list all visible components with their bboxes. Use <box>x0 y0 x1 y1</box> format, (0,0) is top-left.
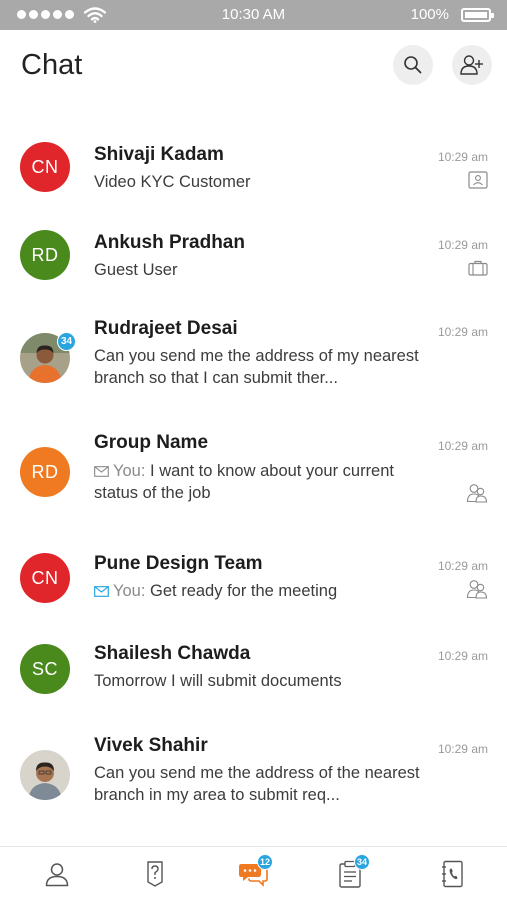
avatar: CN <box>20 553 70 603</box>
chat-item-shailesh-chawda[interactable]: SC Shailesh Chawda Tomorrow I will submi… <box>0 637 507 717</box>
status-bar: 10:30 AM 100% <box>0 0 507 30</box>
chat-item-group-name[interactable]: RD Group Name You: I want to know about … <box>0 427 507 527</box>
nav-tasks[interactable]: 34 <box>335 854 370 889</box>
avatar: SC <box>20 644 70 694</box>
last-message: Get ready for the meeting <box>150 582 338 600</box>
page-title: Chat <box>21 49 83 81</box>
chat-item-shivaji-kadam[interactable]: CN Shivaji Kadam Video KYC Customer 10:2… <box>0 135 507 215</box>
mail-read-icon <box>94 466 109 477</box>
chat-timestamp: 10:29 am <box>437 439 488 453</box>
tasks-badge: 34 <box>354 854 370 870</box>
search-icon <box>404 56 422 74</box>
nav-profile[interactable] <box>42 859 72 889</box>
avatar-initials: CN <box>31 567 59 588</box>
contact-name: Shivaji Kadam <box>94 144 224 165</box>
chat-timestamp: 10:29 am <box>437 559 488 573</box>
chat-timestamp: 10:29 am <box>437 325 488 339</box>
chat-subtitle: You: Get ready for the meeting <box>94 580 439 602</box>
nav-chat[interactable]: 12 <box>238 854 273 889</box>
contact-name: Ankush Pradhan <box>94 232 245 253</box>
avatar-initials: CN <box>31 156 59 177</box>
avatar: RD <box>20 447 70 497</box>
chat-subtitle: Can you send me the address of the neare… <box>94 764 420 804</box>
mail-unread-icon <box>94 586 109 597</box>
search-button[interactable] <box>393 45 433 85</box>
you-prefix: You: <box>113 582 146 600</box>
chat-item-rudrajeet-desai[interactable]: 34 Rudrajeet Desai Can you send me the a… <box>0 313 507 403</box>
bottom-nav: 12 34 <box>0 846 507 900</box>
profile-icon <box>45 863 69 887</box>
chat-subtitle: Video KYC Customer <box>94 173 251 191</box>
avatar-initials: RD <box>31 461 59 482</box>
avatar-initials: SC <box>31 658 58 679</box>
chat-item-vivek-shahir[interactable]: Vivek Shahir Can you send me the address… <box>0 728 507 818</box>
id-card-icon <box>468 171 488 189</box>
chat-item-pune-design-team[interactable]: CN Pune Design Team You: Get ready for t… <box>0 549 507 629</box>
unread-count-badge: 34 <box>57 332 76 351</box>
add-user-icon <box>460 55 483 75</box>
nav-contacts[interactable] <box>437 859 467 889</box>
chat-subtitle: Can you send me the address of my neares… <box>94 347 419 387</box>
help-icon <box>147 861 163 887</box>
chat-subtitle: Guest User <box>94 261 178 279</box>
contact-name: Rudrajeet Desai <box>94 318 238 339</box>
avatar: RD <box>20 230 70 280</box>
contact-name: Vivek Shahir <box>94 735 208 756</box>
contact-name: Shailesh Chawda <box>94 643 251 664</box>
group-icon <box>466 484 488 503</box>
contacts-icon <box>442 860 463 888</box>
avatar-initials: RD <box>31 244 59 265</box>
avatar: CN <box>20 142 70 192</box>
chat-timestamp: 10:29 am <box>437 150 488 164</box>
chat-subtitle: Tomorrow I will submit documents <box>94 672 342 690</box>
nav-help[interactable] <box>140 859 170 889</box>
briefcase-icon <box>468 260 488 276</box>
you-prefix: You: <box>113 462 146 480</box>
chat-item-ankush-pradhan[interactable]: RD Ankush Pradhan Guest User 10:29 am <box>0 223 507 303</box>
header: Chat <box>0 30 507 105</box>
battery-icon <box>461 8 494 22</box>
battery-percentage: 100% <box>410 6 449 23</box>
contact-name: Pune Design Team <box>94 553 263 574</box>
chat-timestamp: 10:29 am <box>437 649 488 663</box>
chat-badge: 12 <box>257 854 273 870</box>
add-user-button[interactable] <box>452 45 492 85</box>
avatar-photo <box>20 750 70 800</box>
group-icon <box>466 580 488 599</box>
contact-name: Group Name <box>94 432 209 453</box>
chat-timestamp: 10:29 am <box>437 742 488 756</box>
chat-subtitle: You: I want to know about your current s… <box>94 460 439 504</box>
chat-timestamp: 10:29 am <box>437 238 488 252</box>
